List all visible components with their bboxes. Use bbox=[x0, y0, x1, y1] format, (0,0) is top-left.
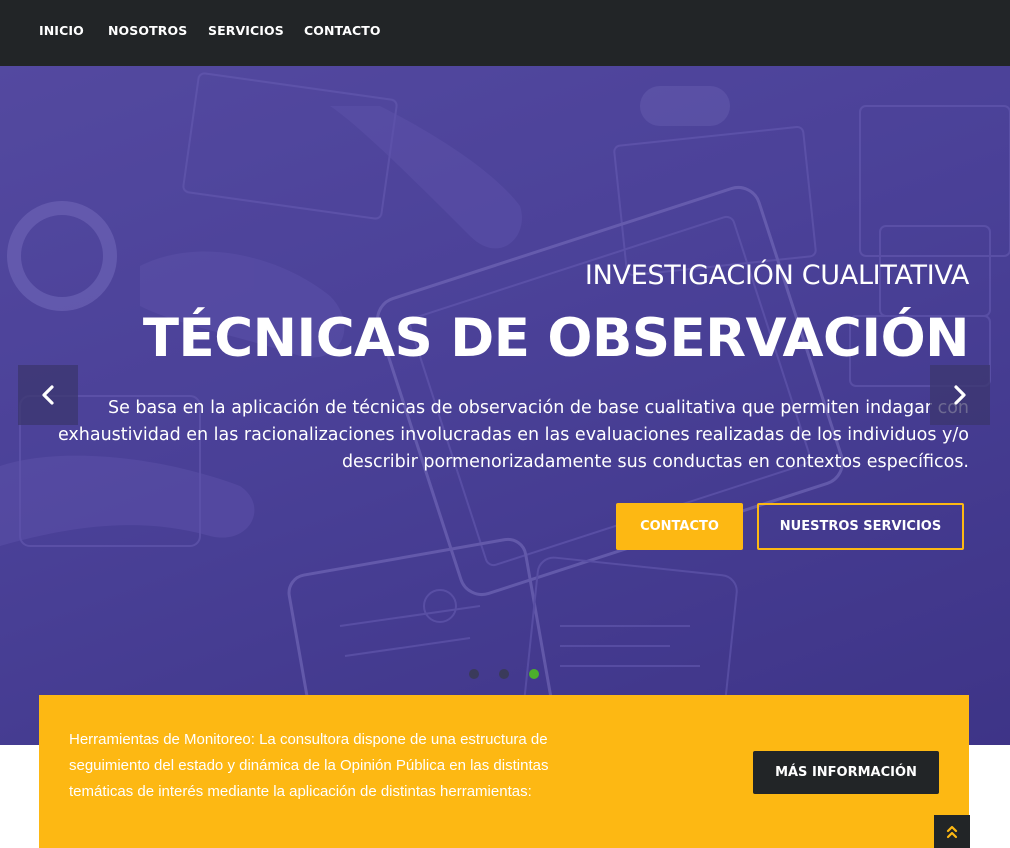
nav-link-nosotros[interactable]: NOSOTROS bbox=[108, 23, 187, 38]
monitoring-info-text: Herramientas de Monitoreo: La consultora… bbox=[69, 731, 549, 800]
carousel-dot-1[interactable] bbox=[469, 669, 479, 679]
carousel-prev-button[interactable] bbox=[18, 365, 78, 425]
hero-title: TÉCNICAS DE OBSERVACIÓN bbox=[142, 308, 970, 369]
top-navbar: INICIO NOSOTROS SERVICIOS CONTACTO bbox=[0, 0, 1010, 66]
hero-contact-button[interactable]: CONTACTO bbox=[616, 503, 743, 550]
nav-link-inicio[interactable]: INICIO bbox=[39, 23, 84, 38]
hero-subtitle: INVESTIGACIÓN CUALITATIVA bbox=[584, 260, 969, 291]
nav-link-servicios[interactable]: SERVICIOS bbox=[208, 23, 284, 38]
more-info-button[interactable]: MÁS INFORMACIÓN bbox=[753, 751, 939, 794]
double-chevron-up-icon bbox=[946, 825, 958, 838]
chevron-left-icon bbox=[42, 385, 54, 405]
monitoring-info-box: Herramientas de Monitoreo: La consultora… bbox=[39, 695, 969, 848]
hero-carousel: INVESTIGACIÓN CUALITATIVA TÉCNICAS DE OB… bbox=[0, 66, 1010, 745]
carousel-dot-3-active[interactable] bbox=[529, 669, 539, 679]
nav-link-contacto[interactable]: CONTACTO bbox=[304, 23, 381, 38]
carousel-dot-2[interactable] bbox=[499, 669, 509, 679]
hero-description: Se basa en la aplicación de técnicas de … bbox=[57, 398, 969, 472]
chevron-right-icon bbox=[954, 385, 966, 405]
carousel-next-button[interactable] bbox=[930, 365, 990, 425]
scroll-to-top-button[interactable] bbox=[934, 815, 970, 848]
hero-services-button[interactable]: NUESTROS SERVICIOS bbox=[757, 503, 964, 550]
